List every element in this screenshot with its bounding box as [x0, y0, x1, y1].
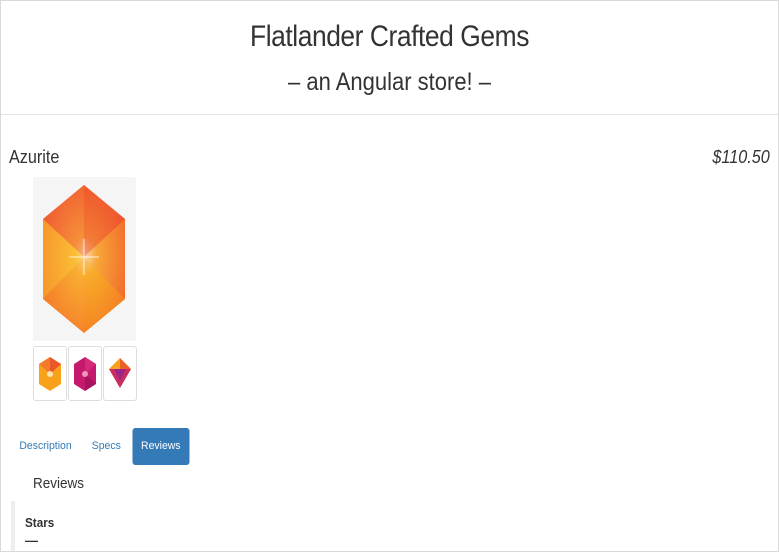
thumbnail-2[interactable] — [68, 346, 102, 401]
stars-label: Stars — [25, 515, 55, 530]
reviews-heading: Reviews — [33, 475, 85, 492]
thumbnail-1[interactable] — [33, 346, 67, 401]
product-price: $110.50 — [712, 147, 770, 167]
review-blockquote: Stars — — [11, 501, 775, 551]
app-frame: Flatlander Crafted Gems – an Angular sto… — [0, 0, 779, 552]
product-main-image — [33, 177, 136, 341]
page-subtitle: – an Angular store! – — [287, 68, 492, 96]
product-tabs: Description Specs Reviews — [9, 428, 190, 465]
orange-diamond-gem-icon — [109, 357, 131, 388]
tab-description[interactable]: Description — [11, 428, 80, 465]
tab-reviews[interactable]: Reviews — [132, 428, 189, 465]
thumbnail-list — [33, 346, 137, 401]
page-title: Flatlander Crafted Gems — [250, 20, 529, 53]
thumbnail-3[interactable] — [103, 346, 137, 401]
orange-hexagon-gem-icon — [43, 185, 125, 333]
product-name: Azurite — [9, 147, 60, 167]
magenta-hexagon-gem-icon — [74, 356, 96, 391]
page-header: Flatlander Crafted Gems – an Angular sto… — [1, 1, 778, 115]
orange-hexagon-gem-icon — [39, 356, 61, 391]
stars-value: — — [25, 533, 38, 548]
tab-specs[interactable]: Specs — [83, 428, 129, 465]
